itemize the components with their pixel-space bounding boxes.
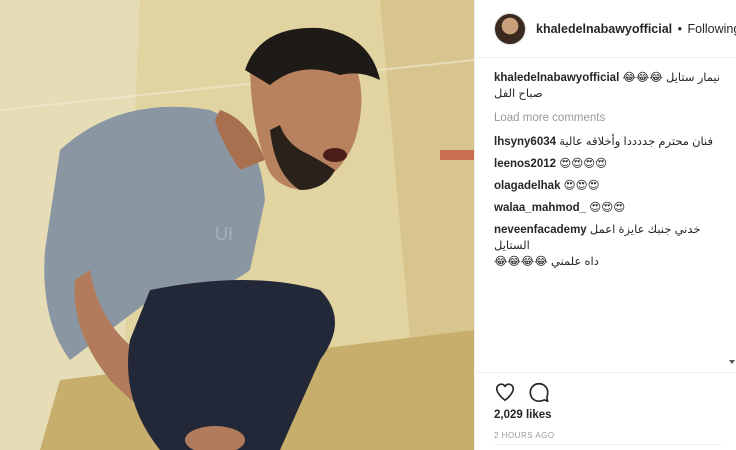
comment-text: 😍😍😍😍	[559, 158, 608, 170]
comment-username[interactable]: neveenfacademy	[494, 224, 587, 236]
separator-dot: •	[677, 21, 683, 36]
photo-illustration: UI	[0, 0, 474, 450]
comment-text: 😍😍😍	[589, 202, 626, 214]
comment-text: 😍😍😍	[563, 180, 600, 192]
comment: walaa_mahmod_ 😍😍😍	[494, 200, 724, 216]
comment: olagadelhak 😍😍😍	[494, 178, 724, 194]
svg-text:UI: UI	[215, 224, 233, 244]
comment-username[interactable]: walaa_mahmod_	[494, 202, 586, 214]
caption-username[interactable]: khaledelnabawyofficial	[494, 72, 619, 84]
post-sidebar: khaledelnabawyofficial • Following khale…	[474, 0, 736, 450]
scroll-down-arrow-icon[interactable]	[729, 360, 735, 364]
comment-username[interactable]: olagadelhak	[494, 180, 560, 192]
comment-icon[interactable]	[528, 381, 550, 403]
comment: neveenfacademy خدني جنبك عايزة اعمل الست…	[494, 222, 724, 270]
load-more-comments[interactable]: Load more comments	[494, 110, 724, 126]
comment: lhsyny6034 فنان محترم جددددا وأخلاقه عال…	[494, 134, 724, 150]
post-actions: 2,029 likes 2 HOURS AGO	[475, 372, 736, 450]
comments-scrollbar[interactable]	[728, 70, 734, 370]
divider	[494, 444, 722, 445]
comments-list: khaledelnabawyofficial نيمار ستايل 😂😂😂 ص…	[494, 70, 724, 276]
post-timestamp[interactable]: 2 HOURS AGO	[494, 431, 555, 440]
post-header: khaledelnabawyofficial • Following	[475, 0, 736, 58]
likes-count[interactable]: 2,029 likes	[494, 409, 552, 421]
comment-text-line2: داه علمني 😂😂😂😂	[494, 256, 599, 268]
comment-username[interactable]: leenos2012	[494, 158, 556, 170]
caption-text-line2: صباح الفل	[494, 88, 543, 100]
comment-text: فنان محترم جددددا وأخلاقه عالية	[559, 136, 714, 148]
avatar[interactable]	[494, 12, 526, 45]
action-icons	[494, 381, 550, 403]
comment: leenos2012 😍😍😍😍	[494, 156, 724, 172]
heart-icon[interactable]	[494, 381, 516, 403]
caption: khaledelnabawyofficial نيمار ستايل 😂😂😂 ص…	[494, 70, 724, 102]
following-button[interactable]: Following	[688, 22, 736, 36]
caption-text: نيمار ستايل 😂😂😂	[622, 72, 721, 84]
header-text: khaledelnabawyofficial • Following	[536, 22, 736, 36]
comment-username[interactable]: lhsyny6034	[494, 136, 556, 148]
post-photo: UI	[0, 0, 474, 450]
username-link[interactable]: khaledelnabawyofficial	[536, 22, 672, 36]
